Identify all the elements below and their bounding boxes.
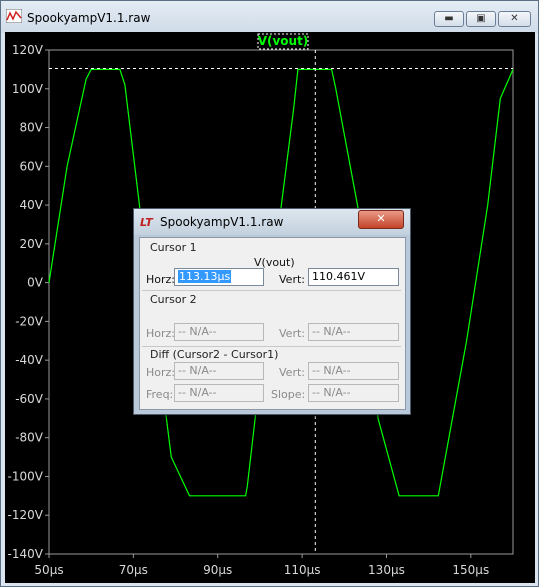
diff-freq-field: -- N/A-- <box>174 384 264 402</box>
x-tick-label: 90µs <box>203 563 232 577</box>
maximize-button[interactable]: ▣ <box>466 11 496 27</box>
cursor2-vert-label: Vert: <box>279 327 305 340</box>
diff-separator <box>142 346 401 347</box>
y-tick-label: 100V <box>12 82 44 96</box>
diff-slope-label: Slope: <box>271 388 306 401</box>
y-tick-label: -140V <box>8 547 44 561</box>
x-tick-label: 130µs <box>368 563 405 577</box>
diff-freq-label: Freq: <box>146 388 174 401</box>
diff-group-label: Diff (Cursor2 - Cursor1) <box>150 348 279 361</box>
y-tick-label: 40V <box>20 198 44 212</box>
cursor1-group-label: Cursor 1 <box>150 241 197 254</box>
diff-vert-field: -- N/A-- <box>308 362 399 380</box>
cursor2-horz-label: Horz: <box>146 327 176 340</box>
diff-slope-field: -- N/A-- <box>308 384 399 402</box>
cursor-dialog-title-bar[interactable]: LT SpookyampV1.1.raw ✕ <box>134 209 410 235</box>
window-title: SpookyampV1.1.raw <box>27 11 151 25</box>
cursor1-vert-field[interactable]: 110.461V <box>308 268 399 286</box>
cursor1-horz-value: 113.13µs <box>178 270 232 283</box>
close-button[interactable]: ✕ <box>498 11 531 27</box>
y-tick-label: -40V <box>15 353 44 367</box>
y-tick-label: 120V <box>12 43 44 57</box>
cursor2-horz-field: -- N/A-- <box>174 323 264 341</box>
cursor2-vert-field: -- N/A-- <box>308 323 399 341</box>
y-tick-label: -80V <box>15 431 44 445</box>
diff-horz-field: -- N/A-- <box>174 362 264 380</box>
y-tick-label: -20V <box>15 314 44 328</box>
waveform-app-icon <box>6 9 22 23</box>
cursor-dialog-close-button[interactable]: ✕ <box>358 210 404 229</box>
x-tick-label: 70µs <box>119 563 148 577</box>
x-tick-label: 110µs <box>284 563 321 577</box>
y-tick-label: 20V <box>20 237 44 251</box>
y-tick-label: 0V <box>27 276 44 290</box>
waveform-window: SpookyampV1.1.raw ▬ ▣ ✕ 120V 100V 80V 60V 40… <box>0 0 539 587</box>
cursor2-separator <box>142 290 401 291</box>
cursor1-horz-field[interactable]: 113.13µs <box>174 268 264 286</box>
trace-label[interactable]: V(vout) <box>258 34 309 48</box>
title-bar[interactable]: SpookyampV1.1.raw ▬ ▣ ✕ <box>1 1 538 33</box>
cursor1-horz-label: Horz: <box>146 273 176 286</box>
diff-horz-label: Horz: <box>146 366 176 379</box>
diff-vert-label: Vert: <box>279 366 305 379</box>
y-tick-label: -120V <box>8 508 44 522</box>
minimize-button[interactable]: ▬ <box>434 11 464 27</box>
cursor-dialog-title: SpookyampV1.1.raw <box>160 215 284 229</box>
x-tick-label: 150µs <box>452 563 489 577</box>
cursor-dialog-body: Cursor 1 V(vout) Horz: 113.13µs Vert: 11… <box>139 237 406 410</box>
y-tick-label: -100V <box>8 469 44 483</box>
y-tick-label: -60V <box>15 392 44 406</box>
cursor1-vert-label: Vert: <box>279 273 305 286</box>
ltspice-logo-icon: LT <box>140 216 153 229</box>
cursor2-group-label: Cursor 2 <box>150 293 197 306</box>
cursor-dialog: LT SpookyampV1.1.raw ✕ Cursor 1 V(vout) … <box>133 208 411 415</box>
x-tick-label: 50µs <box>34 563 63 577</box>
y-tick-label: 80V <box>20 121 44 135</box>
y-tick-label: 60V <box>20 159 44 173</box>
